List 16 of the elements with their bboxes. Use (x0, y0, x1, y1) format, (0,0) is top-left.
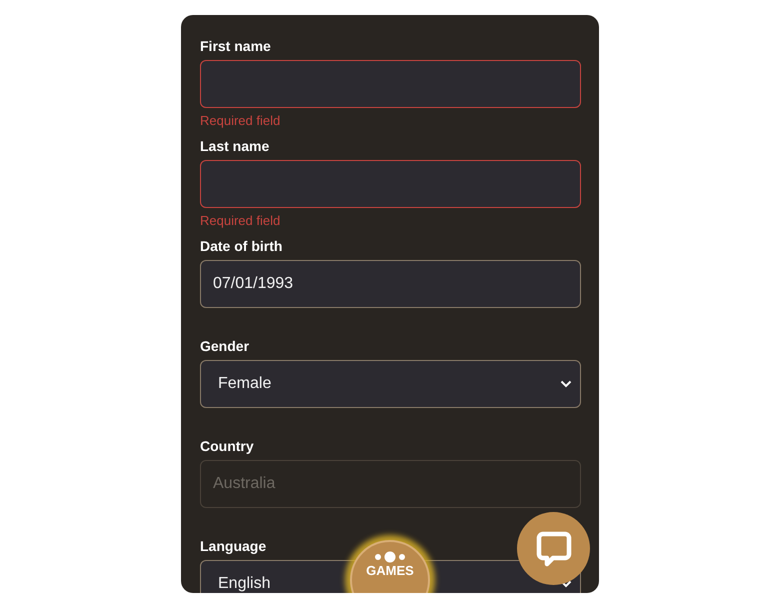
field-label: Last name (200, 137, 270, 156)
field-label: Date of birth (200, 237, 282, 256)
chevron-down-icon (560, 380, 572, 388)
field-label: Gender (200, 337, 250, 356)
error-message: Required field (200, 113, 282, 128)
input-field[interactable] (200, 160, 581, 208)
chat-bubble-icon (536, 530, 572, 566)
dots-icon (373, 551, 407, 563)
select-field[interactable]: Female (200, 360, 581, 408)
error-message: Required field (200, 213, 282, 228)
field-label: Country (200, 437, 254, 456)
chevron-down-icon (560, 580, 572, 588)
field-label: Language (200, 537, 266, 556)
date-field[interactable]: 07/01/1993 (200, 260, 581, 308)
field-label: First name (200, 37, 271, 56)
input-field[interactable] (200, 60, 581, 108)
